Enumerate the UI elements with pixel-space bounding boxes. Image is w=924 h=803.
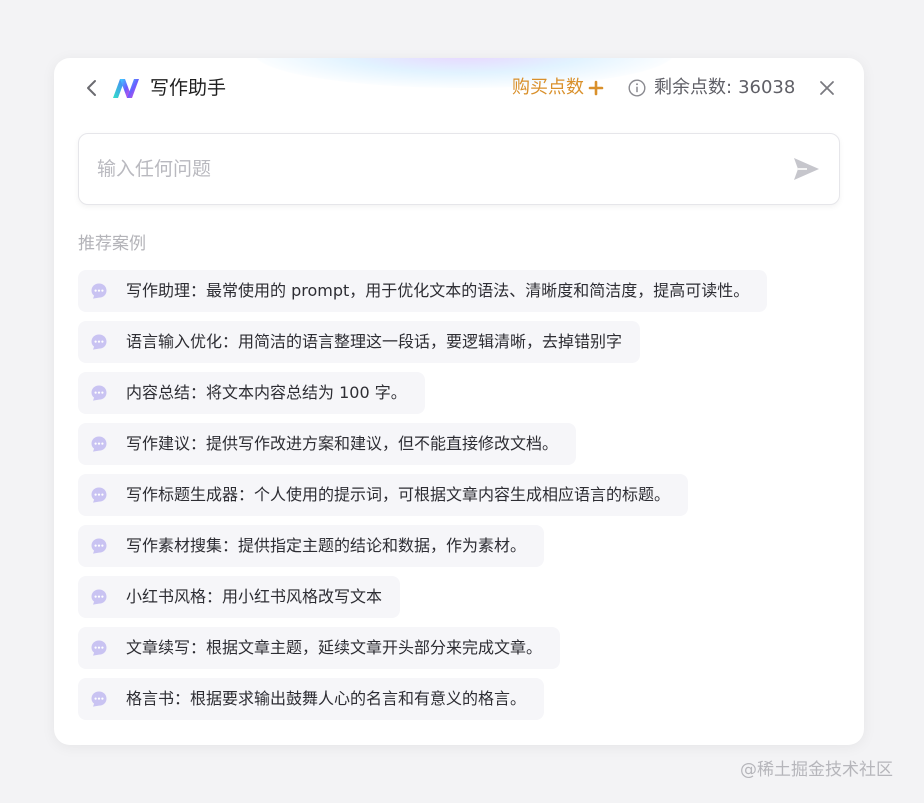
site-watermark: @稀土掘金技术社区 — [740, 760, 893, 780]
recommended-examples-title: 推荐案例 — [78, 234, 146, 254]
remaining-points-label: 剩余点数: — [654, 77, 733, 98]
panel-title: 写作助手 — [150, 77, 227, 99]
chat-bubble-icon — [91, 691, 107, 707]
example-item[interactable]: 写作建议：提供写作改进方案和建议，但不能直接修改文档。 — [78, 423, 577, 465]
writing-assistant-panel: 写作助手 购买点数 剩余点数: 36038 输入任何问题 推荐案例 写作助理：最… — [54, 58, 864, 745]
chat-bubble-icon — [91, 640, 107, 656]
send-icon[interactable] — [791, 155, 821, 183]
info-icon — [628, 79, 646, 97]
example-item-text: 内容总结：将文本内容总结为 100 字。 — [126, 383, 407, 402]
chat-bubble-icon — [91, 334, 107, 350]
remaining-points: 剩余点数: 36038 — [628, 75, 795, 101]
close-icon — [820, 81, 834, 95]
chat-bubble-icon — [91, 436, 107, 452]
example-item-text: 小红书风格：用小红书风格改写文本 — [126, 587, 383, 606]
question-input-box — [78, 133, 840, 205]
chat-bubble-icon — [91, 385, 107, 401]
example-item-text: 写作素材搜集：提供指定主题的结论和数据，作为素材。 — [126, 536, 527, 555]
example-item-text: 文章续写：根据文章主题，延续文章开头部分来完成文章。 — [126, 638, 543, 657]
app-logo-icon — [113, 79, 139, 98]
plus-icon — [588, 80, 604, 96]
close-button[interactable] — [816, 77, 838, 99]
chevron-left-icon — [87, 80, 96, 96]
example-item[interactable]: 写作标题生成器：个人使用的提示词，可根据文章内容生成相应语言的标题。 — [78, 474, 689, 516]
example-item[interactable]: 内容总结：将文本内容总结为 100 字。 — [78, 372, 425, 414]
example-item-text: 语言输入优化：用简洁的语言整理这一段话，要逻辑清晰，去掉错别字 — [126, 332, 623, 351]
remaining-points-value: 36038 — [738, 77, 796, 98]
recommended-examples-list: 写作助理：最常使用的 prompt，用于优化文本的语法、清晰度和简洁度，提高可读… — [78, 270, 848, 729]
back-button[interactable] — [80, 76, 102, 100]
example-item[interactable]: 语言输入优化：用简洁的语言整理这一段话，要逻辑清晰，去掉错别字 — [78, 321, 641, 363]
example-item[interactable]: 写作助理：最常使用的 prompt，用于优化文本的语法、清晰度和简洁度，提高可读… — [78, 270, 768, 312]
example-item[interactable]: 写作素材搜集：提供指定主题的结论和数据，作为素材。 — [78, 525, 545, 567]
chat-bubble-icon — [91, 283, 107, 299]
example-item[interactable]: 小红书风格：用小红书风格改写文本 — [78, 576, 401, 618]
question-input[interactable] — [97, 154, 757, 184]
example-item-text: 写作标题生成器：个人使用的提示词，可根据文章内容生成相应语言的标题。 — [126, 485, 671, 504]
example-item-text: 写作建议：提供写作改进方案和建议，但不能直接修改文档。 — [126, 434, 559, 453]
chat-bubble-icon — [91, 538, 107, 554]
chat-bubble-icon — [91, 589, 107, 605]
example-item-text: 写作助理：最常使用的 prompt，用于优化文本的语法、清晰度和简洁度，提高可读… — [126, 281, 750, 300]
buy-points-button[interactable]: 购买点数 — [512, 75, 604, 101]
example-item[interactable]: 格言书：根据要求输出鼓舞人心的名言和有意义的格言。 — [78, 678, 545, 720]
buy-points-label: 购买点数 — [512, 77, 584, 98]
chat-bubble-icon — [91, 487, 107, 503]
panel-header: 写作助手 购买点数 剩余点数: 36038 — [54, 58, 864, 118]
example-item-text: 格言书：根据要求输出鼓舞人心的名言和有意义的格言。 — [126, 689, 527, 708]
example-item[interactable]: 文章续写：根据文章主题，延续文章开头部分来完成文章。 — [78, 627, 561, 669]
